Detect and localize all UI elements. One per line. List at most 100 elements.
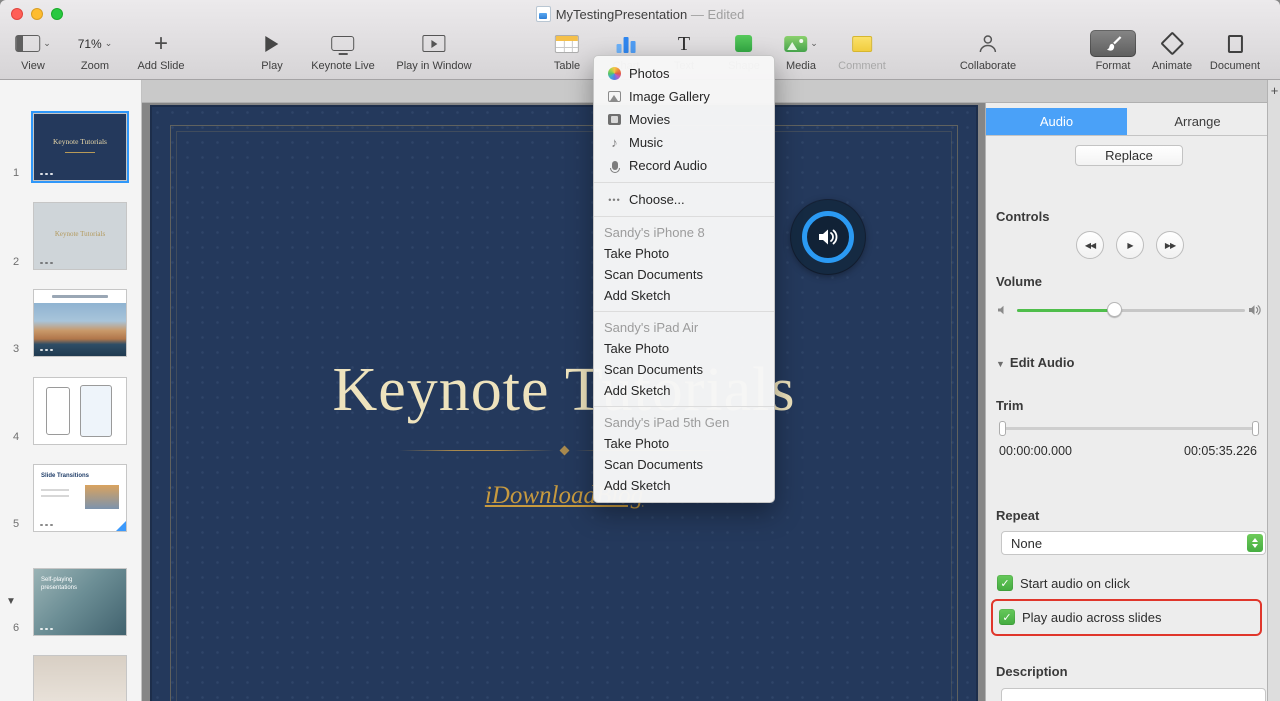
play-button[interactable]: Play — [261, 30, 282, 72]
repeat-dropdown[interactable]: None — [1001, 531, 1266, 555]
menu-item-image-gallery[interactable]: Image Gallery — [594, 85, 774, 108]
keynote-live-button[interactable]: Keynote Live — [311, 30, 375, 72]
menu-item-photos[interactable]: Photos — [594, 62, 774, 85]
repeat-label: Repeat — [996, 508, 1039, 523]
menu-item-take-photo[interactable]: Take Photo — [594, 433, 774, 454]
photos-icon — [607, 67, 622, 80]
record-audio-icon — [607, 161, 622, 170]
plus-button[interactable]: + — [1269, 83, 1280, 98]
media-button[interactable]: ⌄ Media — [784, 30, 818, 72]
slide-thumbnail-7[interactable] — [33, 655, 127, 701]
thumbnail-dots — [40, 262, 53, 265]
trim-times: 00:00:00.000 00:05:35.226 — [999, 444, 1257, 458]
slide-thumbnail-4[interactable] — [33, 377, 127, 445]
thumbnail-dots — [40, 173, 53, 176]
window-title: MyTestingPresentation — [556, 7, 688, 22]
start-audio-checkbox[interactable]: ✓ Start audio on click — [997, 575, 1130, 591]
slide-thumbnail-2[interactable]: Keynote Tutorials — [33, 202, 127, 270]
menu-item-music[interactable]: ♪ Music — [594, 131, 774, 154]
image-gallery-icon — [607, 91, 622, 102]
movies-icon — [607, 114, 622, 125]
controls-label: Controls — [996, 209, 1049, 224]
document-icon — [1227, 35, 1242, 53]
menu-item-add-sketch[interactable]: Add Sketch — [594, 475, 774, 496]
animate-button[interactable]: Animate — [1152, 30, 1192, 72]
play-in-window-button[interactable]: Play in Window — [396, 30, 471, 72]
slide-number: 5 — [13, 518, 19, 530]
collaborate-button[interactable]: Collaborate — [960, 30, 1016, 72]
plus-icon: + — [154, 34, 168, 54]
media-icon — [784, 36, 807, 52]
chevron-down-icon: ⌄ — [105, 38, 113, 49]
view-button[interactable]: ⌄ View — [15, 30, 51, 72]
slide-thumbnail-6[interactable]: Self-playing presentations — [33, 568, 127, 636]
format-button[interactable]: Format — [1090, 30, 1136, 72]
rewind-button[interactable]: ◀◀ — [1076, 231, 1104, 259]
slide-navigator: Keynote Tutorials 1 Keynote Tutorials 2 … — [0, 80, 142, 701]
slide-entry-3: 3 — [0, 289, 142, 361]
thumbnail-dots — [40, 349, 53, 352]
titlebar: MyTestingPresentation — Edited — [0, 0, 1280, 27]
menu-item-movies[interactable]: Movies — [594, 108, 774, 131]
device-header-iphone8: Sandy's iPhone 8 — [594, 222, 774, 243]
edited-label: — Edited — [691, 7, 744, 22]
menu-item-choose[interactable]: ••• Choose... — [594, 188, 774, 211]
tab-audio[interactable]: Audio — [986, 108, 1127, 135]
volume-max-icon — [1248, 303, 1262, 317]
document-button[interactable]: Document — [1210, 30, 1260, 72]
comment-button[interactable]: Comment — [838, 30, 886, 72]
menu-item-scan-documents[interactable]: Scan Documents — [594, 264, 774, 285]
description-field[interactable] — [1001, 688, 1266, 701]
slide-title-textbox[interactable]: Keynote Tutorials — [150, 355, 978, 426]
slide-thumbnail-3[interactable] — [33, 289, 127, 357]
slide-thumbnail-5[interactable]: Slide Transitions — [33, 464, 127, 532]
forward-button[interactable]: ▶▶ — [1156, 231, 1184, 259]
audio-ring — [802, 211, 854, 263]
edit-audio-label: Edit Audio — [1010, 355, 1075, 370]
slide-entry-7 — [0, 655, 142, 701]
zoom-button[interactable]: 71%⌄ Zoom — [78, 30, 113, 72]
slide-watermark-text[interactable]: iDownloadBlog — [150, 482, 978, 510]
volume-slider-track[interactable] — [1017, 309, 1245, 312]
trim-end-handle[interactable] — [1252, 421, 1259, 436]
menu-item-take-photo[interactable]: Take Photo — [594, 338, 774, 359]
edit-audio-disclosure[interactable]: ▼Edit Audio — [996, 355, 1074, 370]
trim-slider-track[interactable] — [1002, 427, 1256, 430]
slide-entry-2: Keynote Tutorials 2 — [0, 202, 142, 274]
audio-object-button[interactable] — [791, 200, 865, 274]
replace-button[interactable]: Replace — [1075, 145, 1183, 166]
play-label: Play — [261, 60, 282, 72]
add-slide-label: Add Slide — [137, 60, 184, 72]
music-icon: ♪ — [607, 136, 622, 149]
thumbnail-photo — [85, 485, 119, 509]
tab-arrange[interactable]: Arrange — [1127, 108, 1267, 135]
choose-icon: ••• — [607, 195, 622, 205]
view-label: View — [21, 60, 45, 72]
volume-label: Volume — [996, 274, 1042, 289]
comment-label: Comment — [838, 60, 886, 72]
menu-item-add-sketch[interactable]: Add Sketch — [594, 380, 774, 401]
table-button[interactable]: Table — [554, 30, 580, 72]
rewind-icon: ◀◀ — [1085, 241, 1095, 250]
menu-item-add-sketch[interactable]: Add Sketch — [594, 285, 774, 306]
menu-item-record-audio[interactable]: Record Audio — [594, 154, 774, 177]
animate-label: Animate — [1152, 60, 1192, 72]
slide-thumbnail-1[interactable]: Keynote Tutorials — [33, 113, 127, 181]
slide-number: 4 — [13, 431, 19, 443]
current-slide[interactable]: Keynote Tutorials iDownloadBlog — [150, 105, 978, 701]
trim-start-handle[interactable] — [999, 421, 1006, 436]
play-audio-button[interactable]: ▶ — [1116, 231, 1144, 259]
menu-item-scan-documents[interactable]: Scan Documents — [594, 454, 774, 475]
collaborate-icon — [976, 34, 1000, 53]
menu-item-label: Music — [629, 135, 663, 150]
play-across-slides-checkbox[interactable]: ✓ Play audio across slides — [999, 609, 1161, 625]
add-slide-button[interactable]: + Add Slide — [137, 30, 184, 72]
thumbnail-text-line — [41, 495, 69, 497]
volume-slider-thumb[interactable] — [1107, 302, 1122, 317]
device-header-ipad-5th-gen: Sandy's iPad 5th Gen — [594, 412, 774, 433]
menu-item-take-photo[interactable]: Take Photo — [594, 243, 774, 264]
menu-item-scan-documents[interactable]: Scan Documents — [594, 359, 774, 380]
paintbrush-icon — [1104, 35, 1122, 53]
play-icon: ▶ — [1127, 241, 1132, 250]
group-disclosure-icon[interactable]: ▼ — [6, 596, 16, 607]
